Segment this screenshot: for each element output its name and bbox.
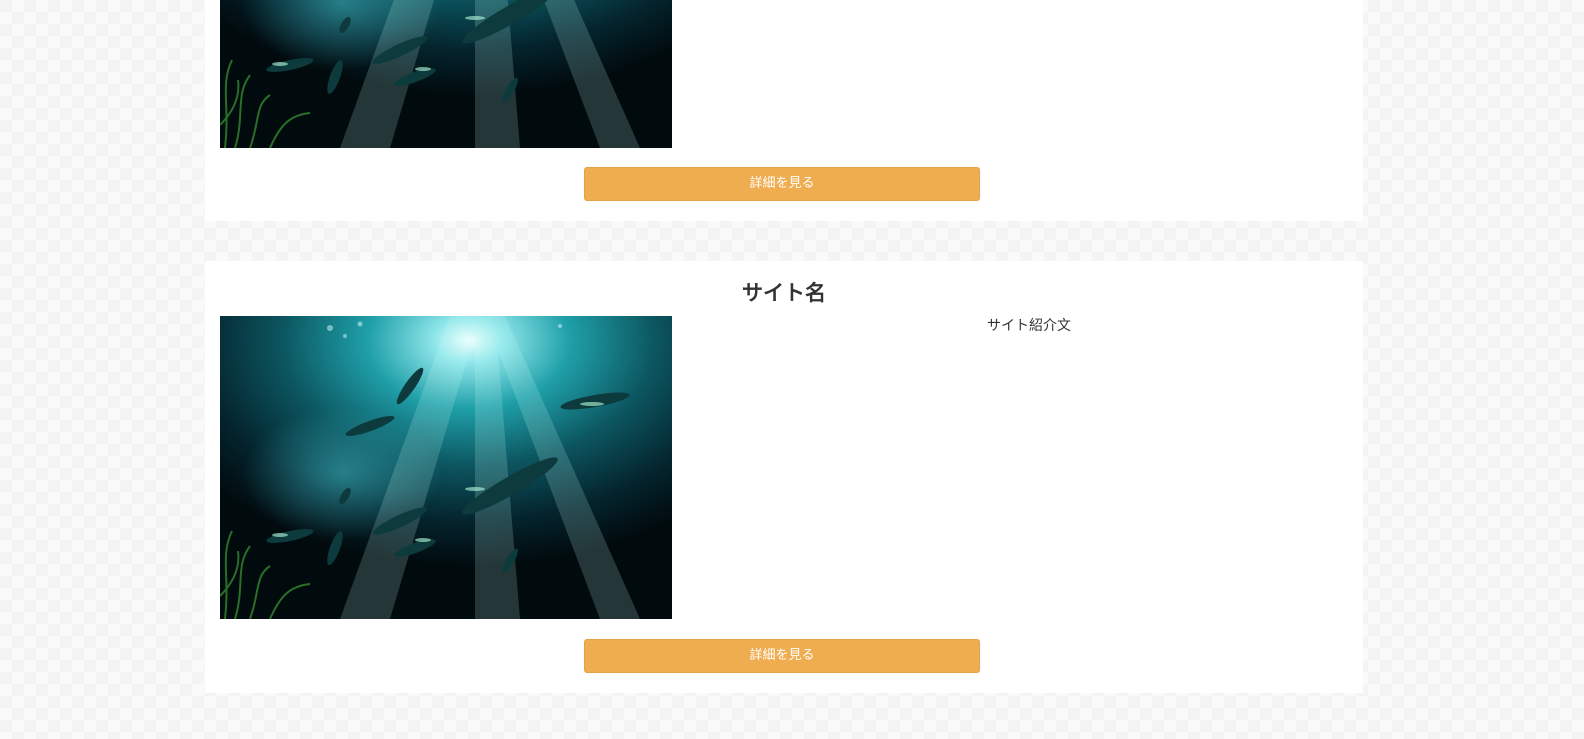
underwater-photo-graphic [220,0,672,148]
detail-button[interactable]: 詳細を見る [584,167,980,201]
site-card: サイト名 サイト紹介文 詳細を見る [205,261,1363,693]
detail-button[interactable]: 詳細を見る [584,639,980,673]
site-name-heading: サイト名 [742,281,826,305]
site-description: サイト紹介文 [987,318,1071,334]
site-card: 詳細を見る [205,0,1363,221]
underwater-photo-graphic [220,316,672,619]
site-photo [220,0,672,148]
site-photo [220,316,672,619]
